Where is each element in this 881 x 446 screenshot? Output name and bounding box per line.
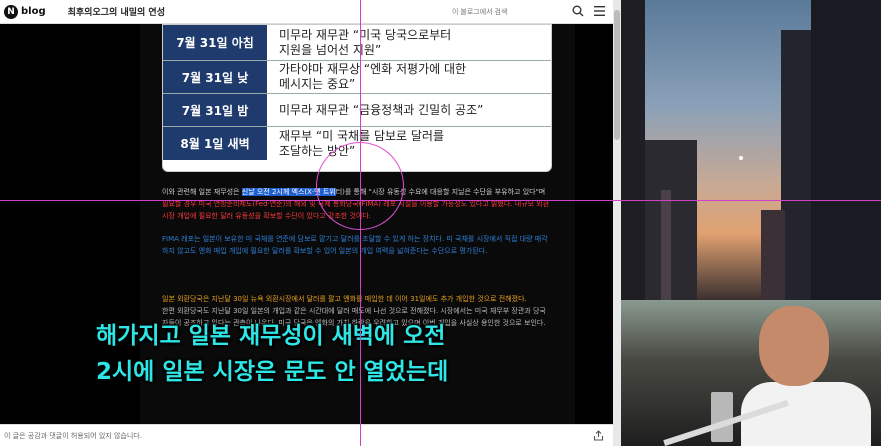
webcam-overlay [621,300,881,446]
table-row: 7월 31일 밤 미무라 재무관 “금융정책과 긴밀히 공조” [163,94,551,127]
table-date-cell: 8월 1일 새벽 [163,127,267,160]
table-date-cell: 7월 31일 밤 [163,94,267,126]
blog-search-input[interactable] [452,4,570,20]
crosshair-horizontal [0,200,881,201]
subtitle-line-1: 해가지고 일본 재무성이 새벽에 오전 [96,323,446,349]
scrollbar-thumb[interactable] [614,10,620,140]
article-paragraph: 일본 외환당국은 지난달 30일 뉴욕 외환시장에서 달러를 팔고 엔화를 매입… [162,295,527,303]
table-text-cell: 미무라 재무관 “금융정책과 긴밀히 공조” [279,102,484,117]
tumbler-cup [711,392,733,442]
blog-header: N blog 최후의오그의 내밀의 연성 [0,0,613,24]
table-row: 7월 31일 낮 가타야마 재무상 “엔화 저평가에 대한 메시지는 중요” [163,61,551,94]
table-date-cell: 7월 31일 아침 [163,25,267,60]
footer-notice: 이 글은 공감과 댓글이 허용되어 있지 않습니다. [4,432,142,440]
blog-title[interactable]: 최후의오그의 내밀의 연성 [68,5,165,18]
table-date-cell: 7월 31일 낮 [163,61,267,93]
table-row: 7월 31일 아침 미무라 재무관 “미국 당국으로부터 지원을 넘어선 지원” [163,25,551,61]
cursor-highlight-ring [316,142,404,230]
menu-icon[interactable] [594,6,605,16]
post-footer: 이 글은 공감과 댓글이 허용되어 있지 않습니다. [0,424,613,446]
naver-blog-logo[interactable]: N blog [4,4,46,19]
city-sky-photo [621,0,881,300]
table-text-cell: 가타야마 재무상 “엔화 저평가에 대한 메시지는 중요” [279,62,467,91]
table-text-cell: 재무부 “미 국채를 담보로 달러를 조달하는 방안” [279,128,444,158]
paragraph-text: 부유하고 있다"며 [494,188,546,196]
page-scrollbar[interactable] [613,0,621,446]
share-icon[interactable] [593,430,604,441]
subtitle-line-2: 2시에 일본 시장은 문도 안 열었는데 [96,359,449,385]
moon [739,156,743,160]
paragraph-text: 이와 관련해 일본 재무성은 [162,188,242,196]
search-icon[interactable] [572,5,584,17]
logo-text: blog [21,6,46,17]
article-paragraph: FIMA 레포는 일본이 보유한 미 국채를 연준에 담보로 맡기고 달러를 조… [162,235,548,255]
naver-logo-icon: N [4,4,18,19]
presenter-face [759,306,829,386]
table-text-cell: 미무라 재무관 “미국 당국으로부터 지원을 넘어선 지원” [279,27,452,57]
